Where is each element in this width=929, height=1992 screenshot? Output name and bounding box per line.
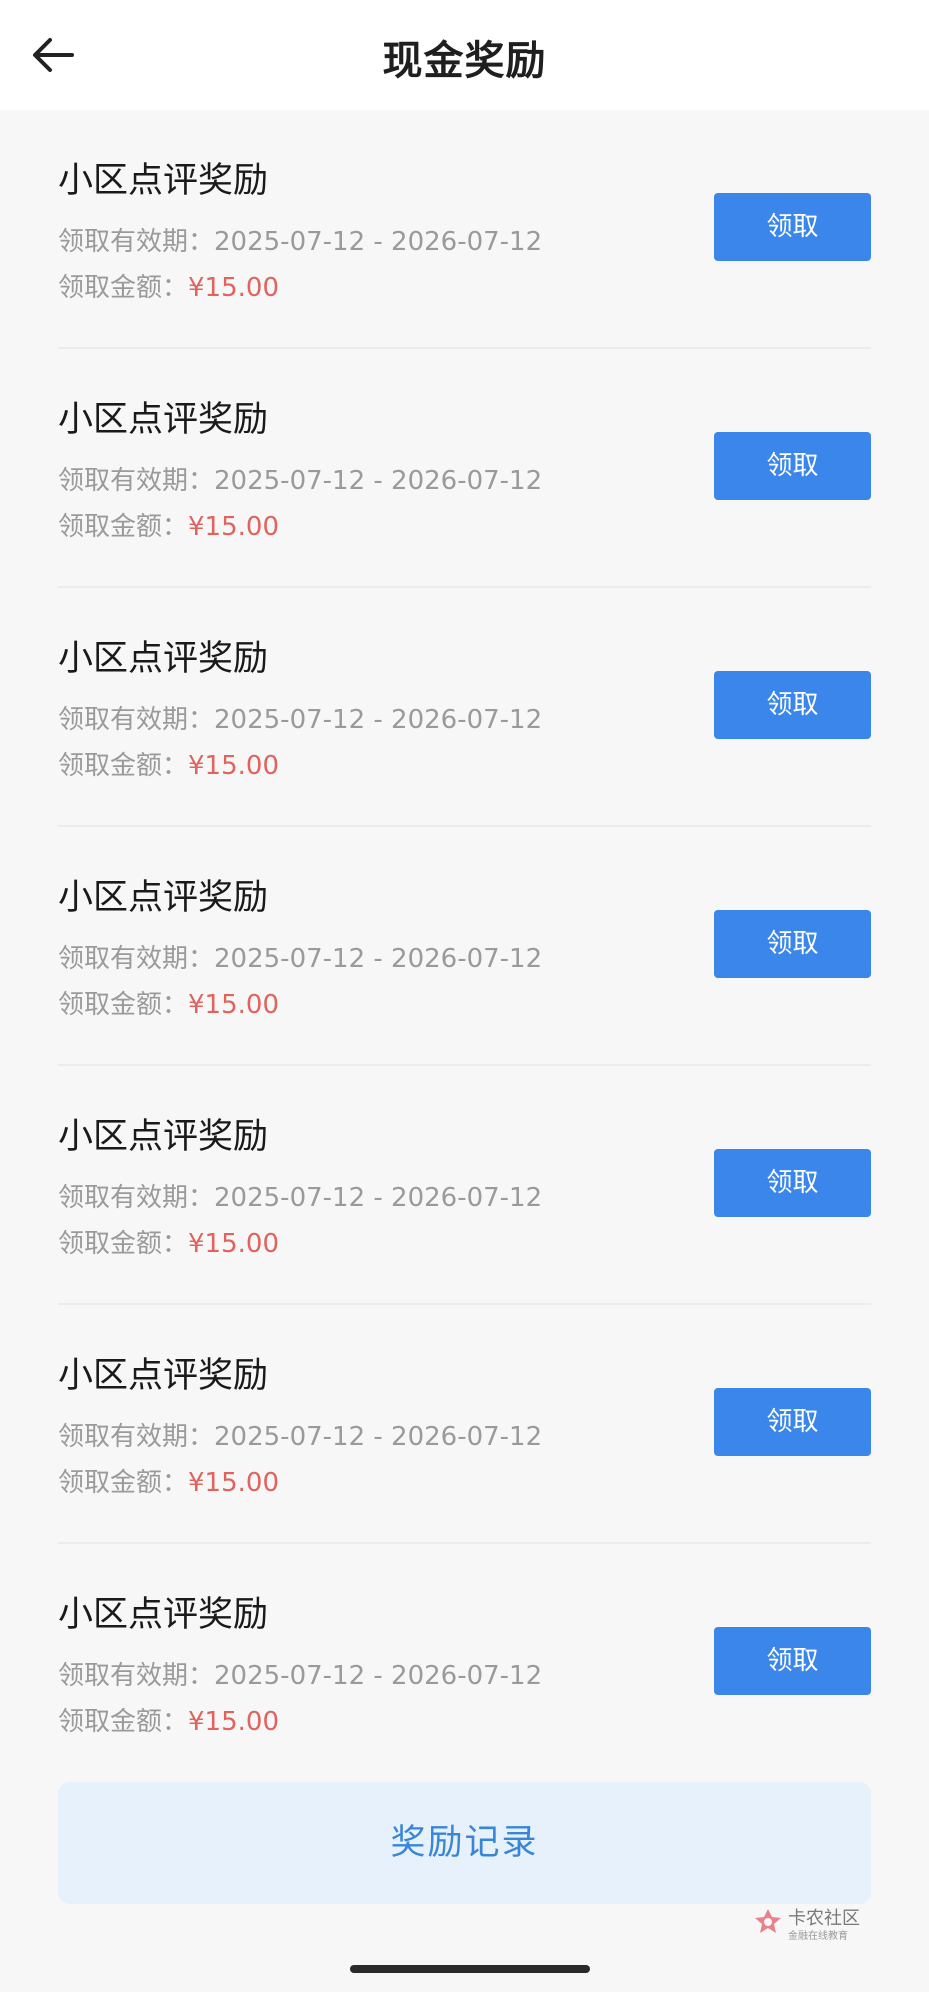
validity-line: 领取有效期：2025-07-12 - 2026-07-12 — [58, 1655, 542, 1692]
reward-item: 小区点评奖励 领取有效期：2025-07-12 - 2026-07-12 领取金… — [0, 1066, 929, 1305]
amount-label: 领取金额： — [58, 512, 189, 542]
amount-label: 领取金额： — [58, 751, 189, 781]
watermark: 卡农社区 金融在线教育 — [752, 1904, 870, 1944]
reward-item: 小区点评奖励 领取有效期：2025-07-12 - 2026-07-12 领取金… — [0, 1544, 929, 1783]
reward-title: 小区点评奖励 — [58, 878, 269, 918]
amount-value: ¥15.00 — [188, 512, 279, 542]
reward-title: 小区点评奖励 — [58, 1117, 269, 1157]
top-bar: 现金奖励 — [0, 0, 929, 110]
reward-item: 小区点评奖励 领取有效期：2025-07-12 - 2026-07-12 领取金… — [0, 349, 929, 588]
amount-line: 领取金额：¥15.00 — [58, 1223, 279, 1260]
validity-range: 2025-07-12 - 2026-07-12 — [214, 466, 543, 496]
validity-label: 领取有效期： — [58, 1661, 215, 1691]
home-indicator[interactable] — [350, 1965, 590, 1973]
validity-label: 领取有效期： — [58, 1422, 215, 1452]
reward-item: 小区点评奖励 领取有效期：2025-07-12 - 2026-07-12 领取金… — [0, 588, 929, 827]
amount-label: 领取金额： — [58, 273, 189, 303]
amount-line: 领取金额：¥15.00 — [58, 506, 279, 543]
amount-value: ¥15.00 — [188, 1229, 279, 1259]
kanong-logo-icon — [755, 1909, 781, 1933]
reward-title: 小区点评奖励 — [58, 639, 269, 679]
validity-label: 领取有效期： — [58, 1183, 215, 1213]
validity-label: 领取有效期： — [58, 466, 215, 496]
validity-line: 领取有效期：2025-07-12 - 2026-07-12 — [58, 1177, 542, 1214]
reward-item: 小区点评奖励 领取有效期：2025-07-12 - 2026-07-12 领取金… — [0, 827, 929, 1066]
amount-label: 领取金额： — [58, 990, 189, 1020]
validity-line: 领取有效期：2025-07-12 - 2026-07-12 — [58, 699, 542, 736]
validity-label: 领取有效期： — [58, 944, 215, 974]
reward-item: 小区点评奖励 领取有效期：2025-07-12 - 2026-07-12 领取金… — [0, 1305, 929, 1544]
amount-label: 领取金额： — [58, 1229, 189, 1259]
page-title: 现金奖励 — [382, 38, 547, 84]
reward-record-button[interactable]: 奖励记录 — [58, 1782, 871, 1904]
validity-range: 2025-07-12 - 2026-07-12 — [214, 1183, 543, 1213]
amount-label: 领取金额： — [58, 1707, 189, 1737]
validity-line: 领取有效期：2025-07-12 - 2026-07-12 — [58, 1416, 542, 1453]
reward-title: 小区点评奖励 — [58, 400, 269, 440]
amount-line: 领取金额：¥15.00 — [58, 1701, 279, 1738]
amount-value: ¥15.00 — [188, 1468, 279, 1498]
claim-button[interactable]: 领取 — [714, 1627, 871, 1695]
validity-label: 领取有效期： — [58, 227, 215, 257]
validity-label: 领取有效期： — [58, 705, 215, 735]
validity-range: 2025-07-12 - 2026-07-12 — [214, 705, 543, 735]
validity-line: 领取有效期：2025-07-12 - 2026-07-12 — [58, 938, 542, 975]
claim-button[interactable]: 领取 — [714, 1388, 871, 1456]
validity-range: 2025-07-12 - 2026-07-12 — [214, 227, 543, 257]
amount-value: ¥15.00 — [188, 751, 279, 781]
validity-range: 2025-07-12 - 2026-07-12 — [214, 1422, 543, 1452]
reward-title: 小区点评奖励 — [58, 1356, 269, 1396]
amount-value: ¥15.00 — [188, 1707, 279, 1737]
claim-button[interactable]: 领取 — [714, 671, 871, 739]
reward-list: 小区点评奖励 领取有效期：2025-07-12 - 2026-07-12 领取金… — [0, 110, 929, 1783]
amount-value: ¥15.00 — [188, 990, 279, 1020]
reward-item: 小区点评奖励 领取有效期：2025-07-12 - 2026-07-12 领取金… — [0, 110, 929, 349]
amount-line: 领取金额：¥15.00 — [58, 1462, 279, 1499]
validity-line: 领取有效期：2025-07-12 - 2026-07-12 — [58, 460, 542, 497]
claim-button[interactable]: 领取 — [714, 1149, 871, 1217]
watermark-subtitle: 金融在线教育 — [788, 1931, 848, 1942]
amount-line: 领取金额：¥15.00 — [58, 267, 279, 304]
claim-button[interactable]: 领取 — [714, 193, 871, 261]
validity-range: 2025-07-12 - 2026-07-12 — [214, 944, 543, 974]
reward-title: 小区点评奖励 — [58, 161, 269, 201]
claim-button[interactable]: 领取 — [714, 432, 871, 500]
amount-line: 领取金额：¥15.00 — [58, 745, 279, 782]
amount-label: 领取金额： — [58, 1468, 189, 1498]
claim-button[interactable]: 领取 — [714, 910, 871, 978]
amount-line: 领取金额：¥15.00 — [58, 984, 279, 1021]
validity-line: 领取有效期：2025-07-12 - 2026-07-12 — [58, 221, 542, 258]
validity-range: 2025-07-12 - 2026-07-12 — [214, 1661, 543, 1691]
reward-title: 小区点评奖励 — [58, 1595, 269, 1635]
amount-value: ¥15.00 — [188, 273, 279, 303]
